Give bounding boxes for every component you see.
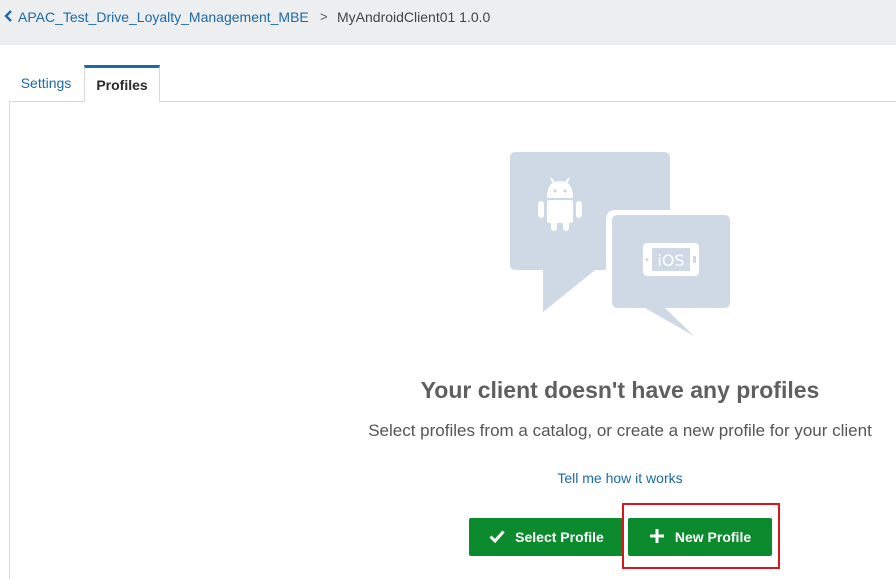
breadcrumb-current: MyAndroidClient01 1.0.0 [337, 9, 491, 25]
tab-profiles[interactable]: Profiles [84, 65, 160, 102]
empty-state-illustration: iOS [505, 148, 735, 348]
ios-icon: iOS [643, 243, 699, 276]
ios-bubble [606, 210, 734, 346]
checkmark-icon [489, 528, 505, 547]
new-profile-label: New Profile [674, 529, 752, 545]
help-link[interactable]: Tell me how it works [540, 470, 700, 486]
select-profile-label: Select Profile [515, 529, 604, 545]
panel-border [9, 101, 10, 579]
svg-text:iOS: iOS [657, 251, 684, 270]
breadcrumb-parent: APAC_Test_Drive_Loyalty_Management_MBE [18, 9, 309, 25]
chevron-left-icon [4, 9, 13, 25]
plus-icon [649, 528, 665, 547]
select-profile-button[interactable]: Select Profile [469, 518, 624, 556]
breadcrumb-separator: > [320, 9, 328, 24]
tab-settings[interactable]: Settings [9, 65, 83, 101]
empty-state-subtitle: Select profiles from a catalog, or creat… [368, 421, 872, 440]
empty-state-title: Your client doesn't have any profiles [420, 377, 820, 403]
new-profile-button[interactable]: New Profile [628, 518, 772, 556]
tab-bar: Settings Profiles [0, 65, 896, 102]
header-bar: APAC_Test_Drive_Loyalty_Management_MBE >… [0, 0, 896, 45]
breadcrumb-back-link[interactable]: APAC_Test_Drive_Loyalty_Management_MBE [4, 9, 309, 25]
